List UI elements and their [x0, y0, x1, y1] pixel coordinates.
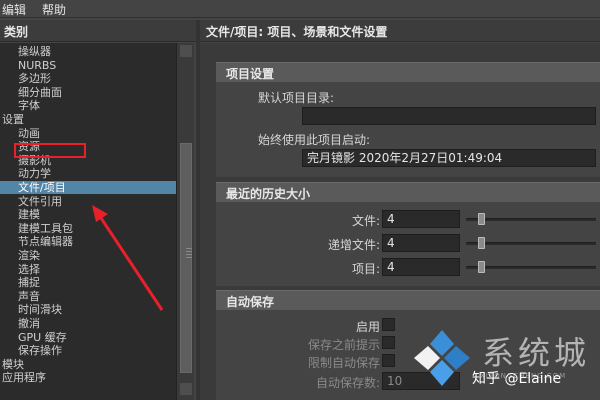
history-files-slider-knob[interactable]: [478, 213, 486, 225]
menu-help[interactable]: 帮助: [42, 1, 66, 18]
category-item[interactable]: GPU 缓存: [0, 331, 176, 344]
scroll-up-button[interactable]: [180, 45, 192, 57]
history-files-label: 文件:: [351, 214, 380, 228]
settings-header: 文件/项目: 项目、场景和文件设置: [200, 20, 600, 42]
category-item[interactable]: 模块: [0, 358, 176, 371]
history-incremental-slider[interactable]: [466, 242, 596, 245]
category-item[interactable]: 多边形: [0, 72, 176, 85]
history-projects-slider[interactable]: [466, 266, 596, 269]
autosave-enable-checkbox[interactable]: [382, 318, 395, 331]
recent-history-header[interactable]: 最近的历史大小: [216, 182, 600, 202]
history-projects-label: 项目:: [351, 262, 380, 276]
history-incremental-label: 递增文件:: [327, 238, 380, 252]
menu-edit[interactable]: 编辑: [2, 1, 26, 18]
project-settings-title: 项目设置: [226, 67, 275, 81]
history-files-field[interactable]: 4: [382, 210, 460, 228]
annotation-highlight-box: [14, 143, 86, 158]
category-item[interactable]: NURBS: [0, 59, 176, 72]
category-item[interactable]: 操纵器: [0, 45, 176, 58]
default-dir-field[interactable]: [302, 107, 596, 125]
category-item[interactable]: 设置: [0, 113, 176, 126]
autosave-limit-checkbox[interactable]: [382, 354, 395, 367]
history-projects-field[interactable]: 4: [382, 258, 460, 276]
project-settings-body: 默认项目目录: 始终使用此项目启动: 完月镜影 2020年2月27日01:49:…: [216, 82, 600, 177]
category-item[interactable]: 应用程序: [0, 371, 176, 384]
category-item[interactable]: 动力学: [0, 167, 176, 180]
settings-header-label: 文件/项目: 项目、场景和文件设置: [206, 25, 388, 39]
category-header: 类别: [0, 20, 196, 42]
category-item[interactable]: 字体: [0, 99, 176, 112]
history-files-slider[interactable]: [466, 218, 596, 221]
autosave-prompt-checkbox[interactable]: [382, 336, 395, 349]
category-item[interactable]: 细分曲面: [0, 86, 176, 99]
category-item[interactable]: 保存操作: [0, 344, 176, 357]
recent-history-body: 文件: 4 递增文件: 4 项目: 4: [216, 202, 600, 286]
scroll-thumb[interactable]: [180, 143, 192, 373]
history-incremental-slider-knob[interactable]: [478, 237, 486, 249]
category-item[interactable]: 动画: [0, 127, 176, 140]
autosave-header[interactable]: 自动保存: [216, 290, 600, 310]
category-header-label: 类别: [4, 25, 29, 39]
watermark-credit: 知乎 @Elaine: [472, 371, 562, 387]
always-use-field[interactable]: 完月镜影 2020年2月27日01:49:04: [302, 149, 596, 167]
always-use-label: 始终使用此项目启动:: [258, 133, 371, 147]
recent-history-title: 最近的历史大小: [226, 187, 311, 201]
annotation-arrow-icon: [92, 205, 164, 311]
autosave-enable-label: 启用: [355, 320, 380, 334]
category-item-selected[interactable]: 文件/项目: [0, 181, 176, 194]
watermark-logo-icon: [414, 330, 470, 386]
autosave-limit-label: 限制自动保存: [307, 356, 380, 370]
menubar: 编辑 帮助: [0, 0, 600, 18]
autosave-title: 自动保存: [226, 295, 275, 309]
history-incremental-field[interactable]: 4: [382, 234, 460, 252]
autosave-prompt-label: 保存之前提示: [307, 338, 380, 352]
scroll-down-button[interactable]: [180, 383, 192, 395]
project-settings-header[interactable]: 项目设置: [216, 62, 600, 82]
default-dir-label: 默认项目目录:: [258, 91, 335, 105]
history-projects-slider-knob[interactable]: [478, 261, 486, 273]
autosave-count-label: 自动保存数:: [315, 376, 380, 390]
